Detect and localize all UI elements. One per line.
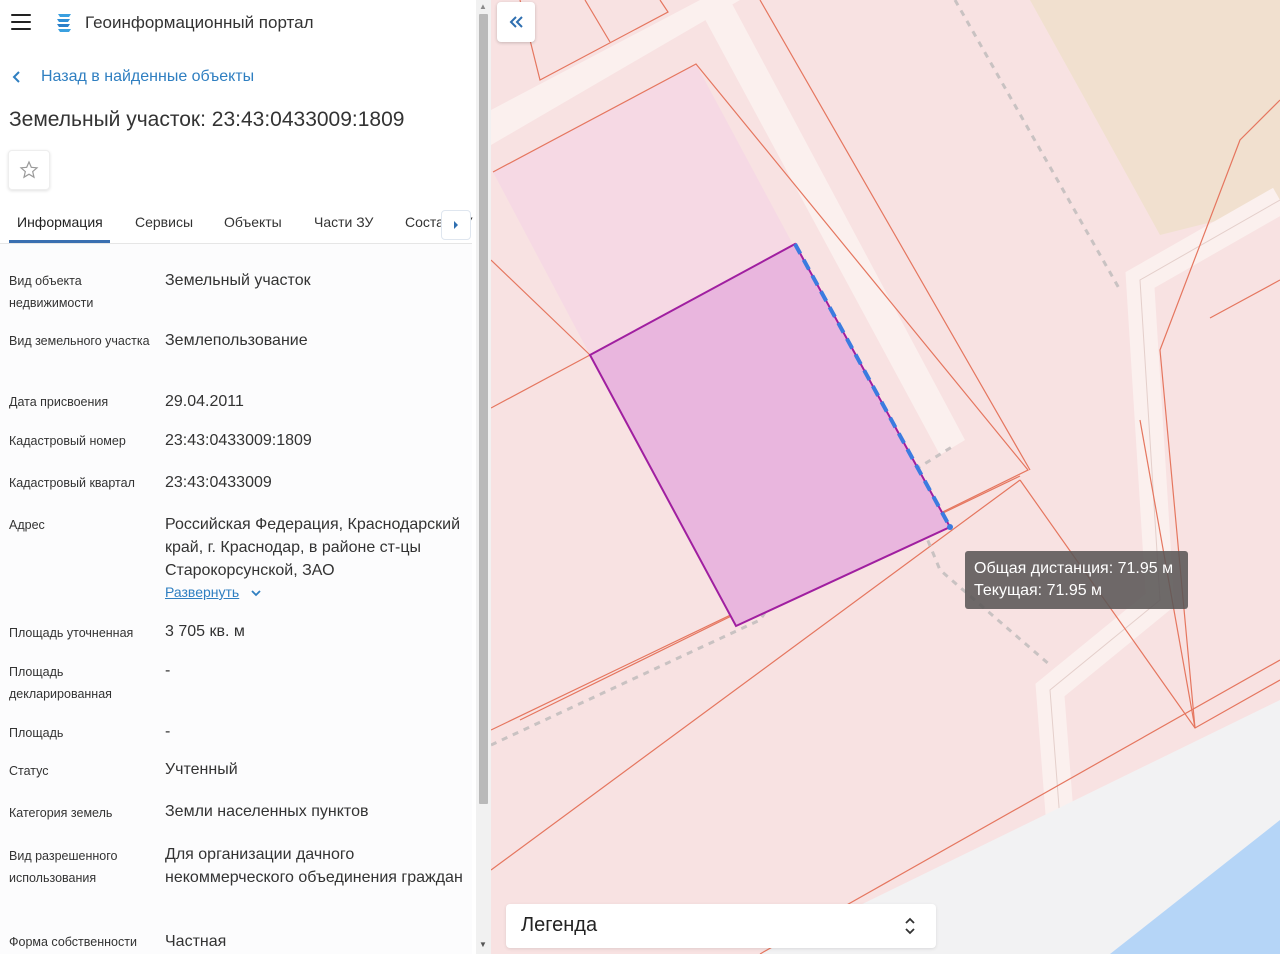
scroll-up-arrow-icon[interactable]: ▲ xyxy=(479,2,487,11)
caret-right-icon xyxy=(454,221,458,229)
tabs-scroll-right-button[interactable] xyxy=(441,210,471,240)
map-canvas[interactable] xyxy=(491,0,1280,954)
info-label: Форма собственности xyxy=(9,935,137,949)
chevron-down-icon[interactable] xyxy=(250,589,262,597)
info-value: 29.04.2011 xyxy=(165,393,244,410)
info-value: - xyxy=(165,662,171,679)
address-value: Российская Федерация, Краснодарский край… xyxy=(165,516,461,579)
info-value: Землепользование xyxy=(165,332,308,349)
measure-endpoint[interactable] xyxy=(947,524,953,530)
header: Геоинформационный портал xyxy=(0,0,476,44)
collapse-panel-button[interactable] xyxy=(497,2,535,42)
info-value: 23:43:0433009:1809 xyxy=(165,432,312,449)
tab-parcel-parts[interactable]: Части ЗУ xyxy=(314,214,373,230)
info-value: Учтенный xyxy=(165,761,238,778)
app-title: Геоинформационный портал xyxy=(85,13,314,32)
back-to-results-link[interactable]: Назад в найденные объекты xyxy=(12,68,254,86)
tab-bar: Информация Сервисы Объекты Части ЗУ Сост… xyxy=(0,200,472,244)
tab-information[interactable]: Информация xyxy=(17,214,103,230)
hamburger-menu-icon[interactable] xyxy=(11,14,31,30)
scroll-down-arrow-icon[interactable]: ▼ xyxy=(479,940,487,949)
info-value: 3 705 кв. м xyxy=(165,623,245,640)
info-panel: Геоинформационный портал Назад в найденн… xyxy=(0,0,476,954)
active-tab-indicator xyxy=(9,240,110,243)
info-value: Частная xyxy=(165,933,227,950)
total-distance-text: Общая дистанция: 71.95 м xyxy=(974,560,1174,577)
info-label: Вид земельного участка xyxy=(9,334,150,348)
current-distance-text: Текущая: 71.95 м xyxy=(974,582,1103,599)
info-label: Вид разрешенного использования xyxy=(9,849,118,885)
star-icon xyxy=(19,160,39,179)
info-label: Кадастровый номер xyxy=(9,434,126,448)
info-value: Земли населенных пунктов xyxy=(165,803,369,820)
scrollbar-thumb[interactable] xyxy=(479,14,488,804)
info-value: - xyxy=(165,723,171,740)
favorite-button[interactable] xyxy=(8,150,50,190)
info-label: Площадь декларированная xyxy=(9,665,112,701)
double-chevron-left-icon xyxy=(509,16,523,28)
info-value: 23:43:0433009 xyxy=(165,474,272,491)
info-label: Площадь xyxy=(9,726,64,740)
info-label: Кадастровый квартал xyxy=(9,476,135,490)
info-label: Вид объекта недвижимости xyxy=(9,274,94,310)
info-label: Адрес xyxy=(9,518,45,532)
chevron-left-icon xyxy=(12,71,20,83)
tab-services[interactable]: Сервисы xyxy=(135,214,193,230)
legend-label: Легенда xyxy=(521,914,598,936)
info-label: Площадь уточненная xyxy=(9,626,134,640)
expand-address-link[interactable]: Развернуть xyxy=(165,584,239,600)
portal-logo-icon xyxy=(57,14,71,32)
info-label: Статус xyxy=(9,764,49,778)
back-link-label[interactable]: Назад в найденные объекты xyxy=(41,68,254,86)
info-value: Земельный участок xyxy=(165,272,311,289)
page-title: Земельный участок: 23:43:0433009:1809 xyxy=(9,108,405,131)
measure-tooltip: Общая дистанция: 71.95 м Текущая: 71.95 … xyxy=(965,551,1188,609)
legend-dropdown[interactable]: Легенда xyxy=(506,904,936,948)
map-layer xyxy=(491,0,1280,954)
tab-objects[interactable]: Объекты xyxy=(224,214,282,230)
info-label: Дата присвоения xyxy=(9,395,109,409)
info-value: Для организации дачного некоммерческого … xyxy=(165,846,463,886)
info-label: Категория земель xyxy=(9,806,113,820)
expand-collapse-arrows-icon xyxy=(905,917,915,935)
